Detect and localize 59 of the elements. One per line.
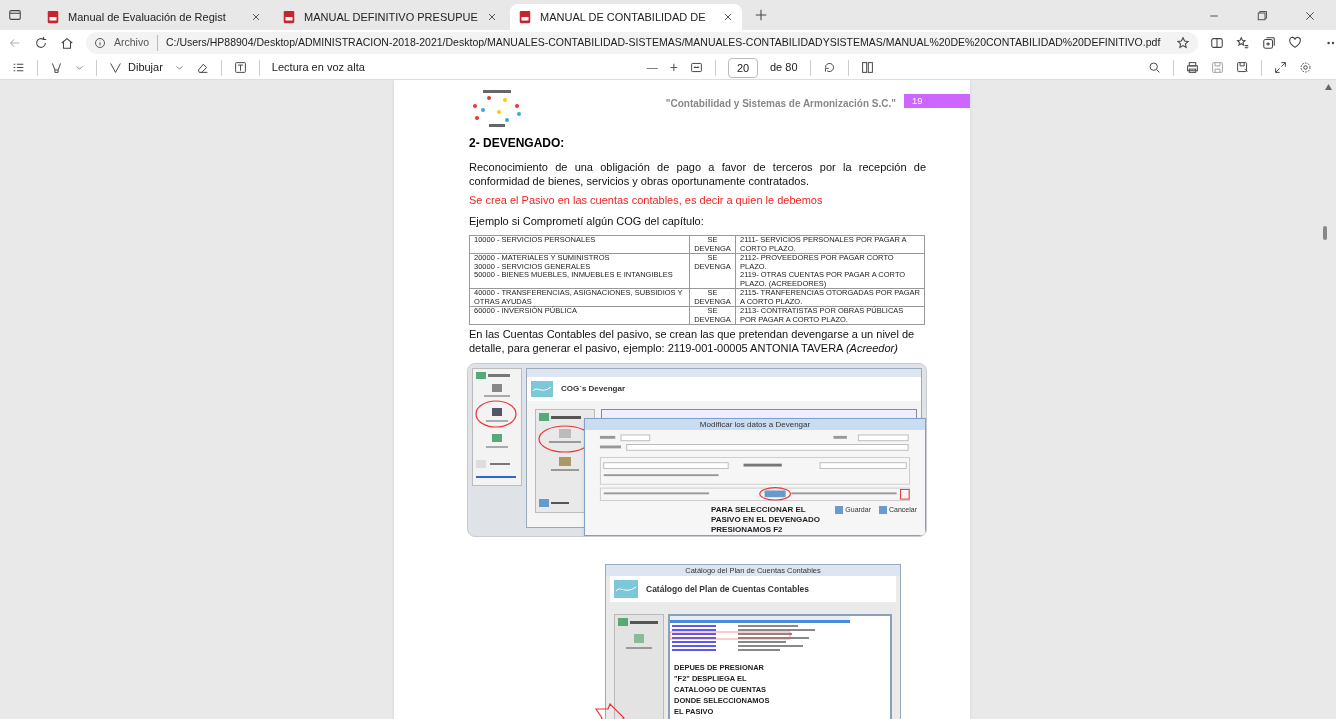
scroll-up-arrow-icon[interactable] (1324, 84, 1332, 90)
favorite-star-icon[interactable] (1176, 36, 1191, 50)
document-header: "Contabilidad y Sistemas de Armonización S.C." (665, 97, 896, 111)
close-tab-icon[interactable] (722, 11, 734, 23)
collections-icon[interactable] (1262, 36, 1277, 50)
close-tab-icon[interactable] (486, 11, 498, 23)
button-icon (879, 506, 887, 515)
info-icon[interactable] (94, 37, 106, 49)
print-icon[interactable] (1186, 61, 1199, 74)
save-as-icon[interactable] (1236, 61, 1249, 74)
pdf-file-icon (46, 10, 60, 24)
file-scheme-label: Archivo (114, 35, 158, 51)
contents-list-icon[interactable] (12, 61, 25, 74)
rotate-icon[interactable] (822, 61, 836, 74)
fit-page-icon[interactable] (690, 61, 703, 74)
restore-icon[interactable] (1256, 10, 1268, 22)
settings-icon[interactable] (1299, 61, 1312, 74)
draw-button[interactable]: Dibujar (109, 59, 163, 76)
page-count: de 80 (770, 60, 798, 76)
section-heading: 2- DEVENGADO: (469, 135, 566, 152)
window-header: Catálogo del Plan de Cuentas Contables (646, 582, 809, 596)
browser-tab[interactable]: Manual de Evaluación de Regist (38, 4, 270, 30)
new-tab-icon[interactable] (754, 8, 768, 22)
pdf-file-icon (518, 10, 532, 24)
button-icon (835, 506, 844, 515)
split-screen-icon[interactable] (1210, 36, 1225, 50)
url-text: C:/Users/HP88904/Desktop/ADMINISTRACION-2018-2021/Desktop/MANUALES-CONTABILIDAD-SISTEMAS/MANUALES-CONTABILIDADYSISTEMAS/MANUAL%20DE%20CONTABILIDAD%20DEFINITIVO.pdf (166, 35, 1161, 51)
zoom-out-button[interactable]: — (646, 59, 658, 76)
scrollbar-thumb[interactable] (1323, 226, 1327, 240)
highlighted-note: Se crea el Pasivo en las cuentas contables, es decir a quien le debemos (469, 193, 824, 208)
search-icon[interactable] (1148, 61, 1161, 74)
zoom-in-button[interactable]: + (669, 57, 678, 78)
app-logo-icon (531, 381, 553, 397)
pdf-file-icon (282, 10, 296, 24)
eraser-icon[interactable] (195, 61, 209, 74)
sidebar-icon[interactable] (8, 8, 22, 22)
page-number-field[interactable]: 20 (728, 57, 758, 78)
close-icon[interactable] (1304, 10, 1316, 22)
browser-tab[interactable]: MANUAL DEFINITIVO PRESUPUE (274, 4, 506, 30)
fullscreen-icon[interactable] (1274, 61, 1287, 74)
browser-tab[interactable]: MANUAL DE CONTABILIDAD DE (510, 4, 742, 30)
instruction-caption: PARA SELECCIONAR EL PASIVO EN EL DEVENGADO PRESIONAMOS F2 (711, 505, 822, 535)
read-aloud-button[interactable]: Lectura en voz alta (271, 59, 365, 76)
address-bar[interactable]: Archivo C:/Users/HP88904/Desktop/ADMINISTRACION-2018-2021/Desktop/MANUALES-CONTABILIDAD-SISTEMAS/MANUALES-CONTABILIDADYSISTEMAS/MANUAL%20DE%20CONTABILIDAD%20DEFINITIVO.pdf (86, 32, 1199, 54)
example-intro: Ejemplo si Comprometí algún COG del capítulo: (469, 213, 705, 229)
window-header: COG´s Devengar (561, 383, 626, 395)
definition-paragraph: Reconocimiento de una obligación de pago a favor de terceros por la recepción de conformidad de bienes, servicios y obras oportunamente contratados. (469, 160, 926, 188)
app-logo-icon (614, 580, 638, 598)
draw-pen-icon[interactable] (109, 61, 122, 74)
favorites-icon[interactable] (1236, 36, 1251, 50)
text-box-icon[interactable] (233, 61, 247, 74)
home-icon[interactable] (60, 36, 74, 50)
detail-paragraph: En las Cuentas Contables del pasivo, se crean las que pretendan devengarse a un nivel de detalle, para generar el pasivo, ejemplo: 2119-001-00005 ANTONIA TAVERA (Acreedor) (469, 327, 916, 355)
reload-icon[interactable] (34, 36, 48, 50)
dialog-title: Modificar los datos a Devengar (585, 419, 925, 430)
page-view-icon[interactable] (860, 61, 874, 74)
highlighter-icon[interactable] (50, 61, 63, 74)
close-tab-icon[interactable] (250, 11, 262, 23)
heart-icon[interactable] (1288, 36, 1303, 50)
